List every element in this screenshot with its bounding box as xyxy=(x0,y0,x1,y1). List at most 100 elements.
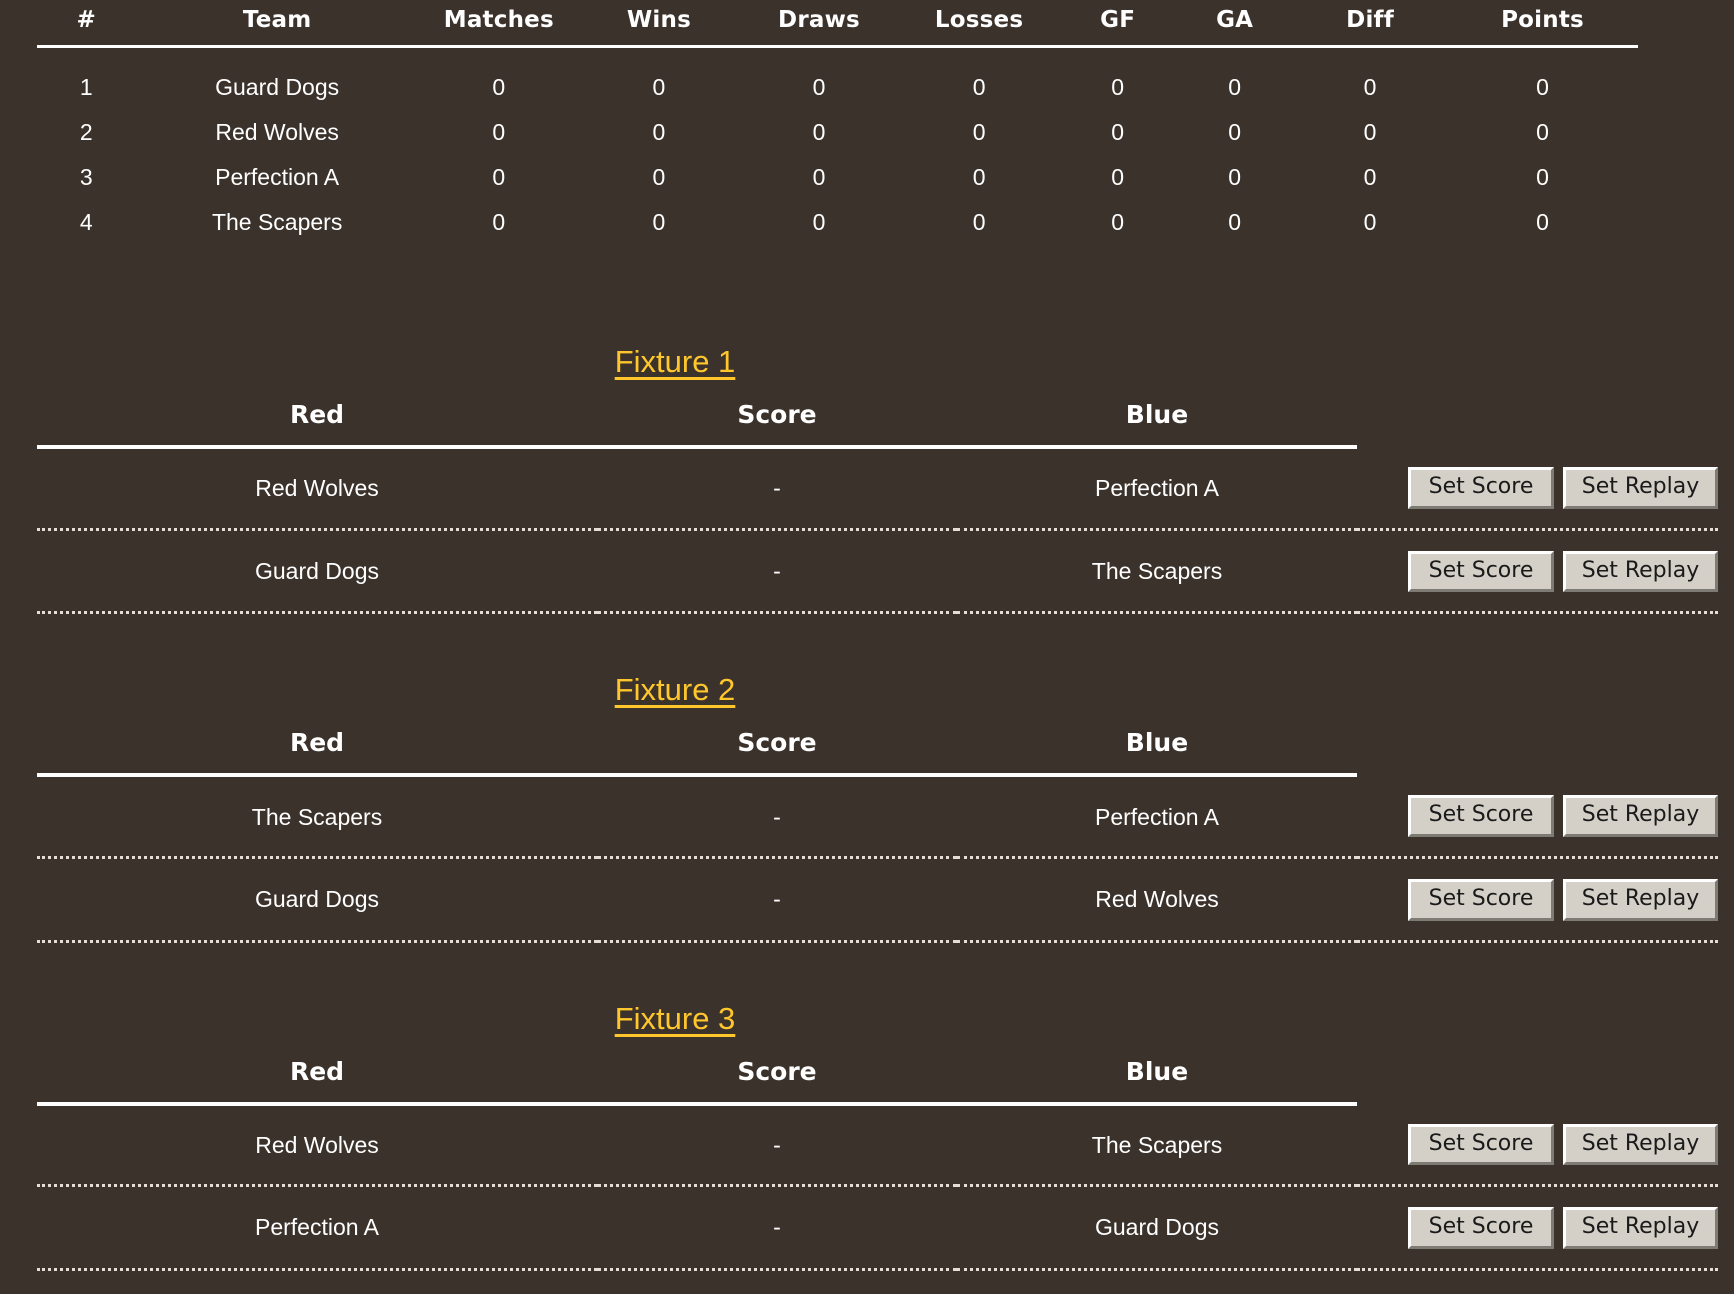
matches-cell: 0 xyxy=(492,74,506,100)
set-replay-button[interactable]: Set Replay xyxy=(1563,1207,1718,1249)
gf-cell: 0 xyxy=(1111,164,1125,190)
blue-team-cell: The Scapers xyxy=(957,529,1357,615)
ga-cell: 0 xyxy=(1228,74,1242,100)
rank-cell: 1 xyxy=(79,74,93,100)
league-page: # Team Matches Wins Draws Losses GF GA D… xyxy=(0,0,1734,1294)
standings-col-wins: Wins xyxy=(578,0,739,48)
score-cell: - xyxy=(597,775,957,859)
set-score-button[interactable]: Set Score xyxy=(1408,878,1554,921)
red-team-cell: Perfection A xyxy=(37,1185,597,1271)
set-replay-button[interactable]: Set Replay xyxy=(1563,550,1718,593)
table-row: 1 Guard Dogs 0 0 0 0 0 0 0 0 xyxy=(37,47,1638,110)
team-cell: Perfection A xyxy=(215,164,340,190)
points-cell: 0 xyxy=(1536,119,1549,145)
table-row: The Scapers - Perfection A Set Score Set … xyxy=(37,775,1718,859)
standings-table: # Team Matches Wins Draws Losses GF GA D… xyxy=(37,0,1638,244)
fixture-block-1: Fixture 1 Red Score Blue Red Wolves - Pe… xyxy=(0,344,1734,615)
fixture-block-2: Fixture 2 Red Score Blue The Scapers - P… xyxy=(0,672,1734,943)
score-cell: - xyxy=(597,857,957,943)
set-score-button[interactable]: Set Score xyxy=(1408,467,1554,509)
matches-cell: 0 xyxy=(492,119,506,145)
standings-col-rank: # xyxy=(37,0,136,48)
fixture-col-actions xyxy=(1357,1043,1718,1104)
fixture-header-row: Red Score Blue xyxy=(37,386,1718,449)
table-row: Perfection A - Guard Dogs Set Score Set R… xyxy=(37,1185,1718,1271)
gf-cell: 0 xyxy=(1111,74,1125,100)
set-score-button[interactable]: Set Score xyxy=(1408,550,1554,593)
rank-cell: 3 xyxy=(79,164,93,190)
table-row: Guard Dogs - Red Wolves Set Score Set Rep… xyxy=(37,857,1718,943)
standings-col-losses: Losses xyxy=(899,0,1060,48)
match-actions: Set Score Set Replay xyxy=(1357,857,1718,943)
set-score-button[interactable]: Set Score xyxy=(1408,1123,1554,1166)
wins-cell: 0 xyxy=(652,119,666,145)
set-score-button[interactable]: Set Score xyxy=(1408,1207,1554,1249)
points-cell: 0 xyxy=(1536,74,1549,100)
red-team-cell: Guard Dogs xyxy=(37,529,597,615)
fixture-1-link[interactable]: Fixture 1 xyxy=(615,344,736,379)
wins-cell: 0 xyxy=(652,164,666,190)
red-team-cell: Red Wolves xyxy=(37,447,597,531)
standings-col-diff: Diff xyxy=(1293,0,1448,48)
set-score-button[interactable]: Set Score xyxy=(1408,795,1554,837)
fixture-col-red: Red xyxy=(37,714,597,778)
fixture-header-row: Red Score Blue xyxy=(37,714,1718,778)
blue-team-cell: Perfection A xyxy=(957,447,1357,531)
match-actions: Set Score Set Replay xyxy=(1357,1103,1718,1188)
fixture-3-table: Red Score Blue Red Wolves - The Scapers … xyxy=(37,1042,1718,1271)
set-replay-button[interactable]: Set Replay xyxy=(1563,878,1718,921)
points-cell: 0 xyxy=(1536,164,1549,190)
fixture-col-score: Score xyxy=(597,386,957,449)
fixture-1-table: Red Score Blue Red Wolves - Perfection A… xyxy=(37,386,1718,615)
fixture-1-title: Fixture 1 xyxy=(0,344,1734,380)
ga-cell: 0 xyxy=(1228,164,1242,190)
wins-cell: 0 xyxy=(652,209,666,235)
points-cell: 0 xyxy=(1536,209,1549,235)
draws-cell: 0 xyxy=(812,74,826,100)
draws-cell: 0 xyxy=(812,164,826,190)
standings-col-gf: GF xyxy=(1059,0,1177,48)
losses-cell: 0 xyxy=(972,164,986,190)
set-replay-button[interactable]: Set Replay xyxy=(1563,1123,1718,1166)
score-cell: - xyxy=(597,1103,957,1188)
table-row: Red Wolves - Perfection A Set Score Set R… xyxy=(37,447,1718,531)
fixture-header-row: Red Score Blue xyxy=(37,1042,1718,1106)
fixture-col-blue: Blue xyxy=(957,714,1357,778)
score-cell: - xyxy=(597,1185,957,1271)
fixture-col-red: Red xyxy=(37,386,597,449)
table-row: 2 Red Wolves 0 0 0 0 0 0 0 0 xyxy=(37,109,1638,154)
losses-cell: 0 xyxy=(972,74,986,100)
fixture-col-score: Score xyxy=(597,1042,957,1106)
rank-cell: 4 xyxy=(79,209,93,235)
blue-team-cell: Perfection A xyxy=(957,775,1357,859)
fixture-3-link[interactable]: Fixture 3 xyxy=(615,1001,736,1036)
table-row: 4 The Scapers 0 0 0 0 0 0 0 0 xyxy=(37,199,1638,244)
fixture-col-actions xyxy=(1357,386,1718,447)
standings-col-matches: Matches xyxy=(418,0,579,48)
losses-cell: 0 xyxy=(972,209,986,235)
draws-cell: 0 xyxy=(812,119,826,145)
standings-col-team: Team xyxy=(135,0,419,48)
set-replay-button[interactable]: Set Replay xyxy=(1563,467,1718,509)
standings-col-draws: Draws xyxy=(738,0,900,48)
blue-team-cell: Red Wolves xyxy=(957,857,1357,943)
fixture-2-link[interactable]: Fixture 2 xyxy=(615,672,736,707)
standings-header-row: # Team Matches Wins Draws Losses GF GA D… xyxy=(37,0,1638,48)
score-cell: - xyxy=(597,447,957,531)
matches-cell: 0 xyxy=(492,164,506,190)
score-cell: - xyxy=(597,529,957,615)
red-team-cell: Red Wolves xyxy=(37,1103,597,1188)
set-replay-button[interactable]: Set Replay xyxy=(1563,795,1718,837)
team-cell: The Scapers xyxy=(211,209,343,235)
blue-team-cell: The Scapers xyxy=(957,1103,1357,1188)
fixture-col-blue: Blue xyxy=(957,386,1357,449)
table-row: Red Wolves - The Scapers Set Score Set Re… xyxy=(37,1103,1718,1188)
standings-col-ga: GA xyxy=(1176,0,1294,48)
diff-cell: 0 xyxy=(1363,119,1377,145)
standings-col-points: Points xyxy=(1447,0,1638,48)
rank-cell: 2 xyxy=(79,119,93,145)
ga-cell: 0 xyxy=(1228,209,1242,235)
fixture-block-3: Fixture 3 Red Score Blue Red Wolves - Th… xyxy=(0,1001,1734,1271)
